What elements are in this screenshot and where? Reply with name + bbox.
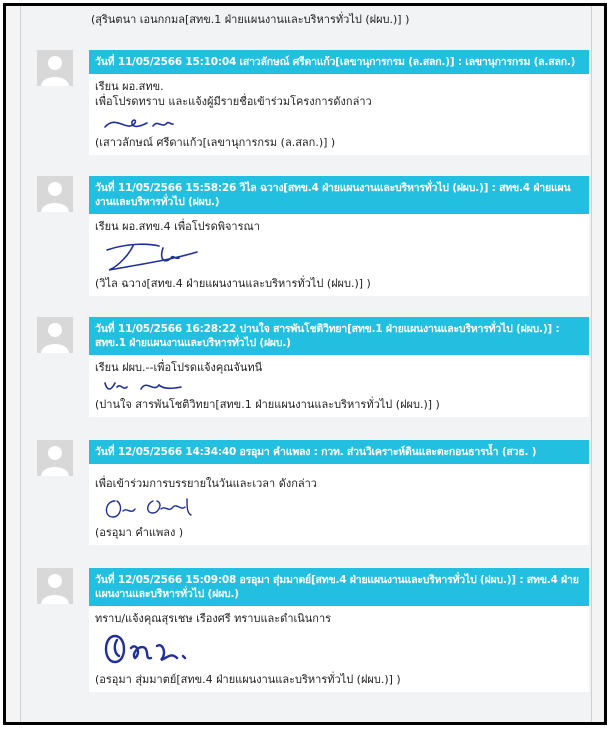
comment-signer: (เสาวลักษณ์ ศรีดาแก้ว[เลขานุการกรม (ล.สล…: [95, 136, 336, 149]
comment-header: วันที่ 12/05/2566 14:34:40 อรอุมา คำแพลง…: [89, 440, 589, 464]
screenshot-frame: (สุรินตนา เอนกกมล[สทข.1 ฝ่ายแผนงานและบริ…: [3, 3, 607, 725]
comment-body: เพื่อเข้าร่วมการบรรยายในวันและเวลา ดังกล…: [89, 464, 589, 545]
comment-signer: (อรอุมา สุ่มมาตย์[สทข.4 ฝ่ายแผนงานและบริ…: [95, 673, 401, 686]
comment-line: เพื่อโปรดทราบ และแจ้งผู้มีรายชื่อเข้าร่ว…: [95, 95, 372, 108]
user-avatar-icon: [37, 440, 73, 476]
comment-card: วันที่ 11/05/2566 15:58:26 วิไล ฉวาง[สทข…: [89, 176, 589, 296]
handwritten-signature: [104, 119, 174, 128]
comment-signer: (ปานใจ สารพันโชติวิทยา[สทข.1 ฝ่ายแผนงานแ…: [95, 398, 440, 411]
user-avatar-icon: [37, 317, 73, 353]
comment-line: เรียน ฝผบ.--เพื่อโปรดแจ้งคุณจันทนี: [95, 361, 263, 374]
comment-header: วันที่ 11/05/2566 15:10:04 เสาวลักษณ์ ศร…: [89, 50, 589, 74]
comment-header: วันที่ 11/05/2566 15:58:26 วิไล ฉวาง[สทข…: [89, 176, 589, 214]
comment-line: เรียน ผอ.สทข.4 เพื่อโปรดพิจารณา: [95, 220, 260, 233]
handwritten-signature: [106, 243, 198, 271]
comment-body: เรียน ผอ.สทข. เพื่อโปรดทราบ และแจ้งผู้มี…: [89, 74, 589, 155]
handwritten-signature: [104, 382, 182, 390]
comment-line: ทราบ/แจ้งคุณสุรเชษ เรืองศรี ทราบและดำเนิ…: [95, 612, 332, 625]
comment-header: วันที่ 11/05/2566 16:28:22 ปานใจ สารพันโ…: [89, 317, 589, 355]
handwritten-signature: [104, 634, 187, 664]
comment-line: เพื่อเข้าร่วมการบรรยายในวันและเวลา ดังกล…: [95, 477, 317, 490]
comment-card: วันที่ 12/05/2566 14:34:40 อรอุมา คำแพลง…: [89, 440, 589, 545]
comment-line: เรียน ผอ.สทข.: [95, 80, 164, 93]
comment-card: วันที่ 11/05/2566 15:10:04 เสาวลักษณ์ ศร…: [89, 50, 589, 155]
comment-signer: (วิไล ฉวาง[สทข.4 ฝ่ายแผนงานและบริหารทั่ว…: [95, 277, 371, 290]
comment-body: ทราบ/แจ้งคุณสุรเชษ เรืองศรี ทราบและดำเนิ…: [89, 606, 589, 692]
comment-body: เรียน ผอ.สทข.4 เพื่อโปรดพิจารณา (วิไล ฉว…: [89, 214, 589, 296]
comment-body: เรียน ฝผบ.--เพื่อโปรดแจ้งคุณจันทนี (ปานใ…: [89, 355, 589, 417]
comment-card: วันที่ 11/05/2566 16:28:22 ปานใจ สารพันโ…: [89, 317, 589, 417]
previous-comment-footer: (สุรินตนา เอนกกมล[สทข.1 ฝ่ายแผนงานและบริ…: [91, 13, 410, 26]
user-avatar-icon: [37, 176, 73, 212]
comment-header: วันที่ 12/05/2566 15:09:08 อรอุมา สุ่มมา…: [89, 568, 589, 606]
handwritten-signature: [105, 498, 192, 518]
comment-list: (สุรินตนา เอนกกมล[สทข.1 ฝ่ายแผนงานและบริ…: [20, 6, 592, 722]
user-avatar-icon: [37, 568, 73, 604]
user-avatar-icon: [37, 50, 73, 86]
comment-card: วันที่ 12/05/2566 15:09:08 อรอุมา สุ่มมา…: [89, 568, 589, 692]
comment-signer: (อรอุมา คำแพลง ): [95, 526, 184, 539]
